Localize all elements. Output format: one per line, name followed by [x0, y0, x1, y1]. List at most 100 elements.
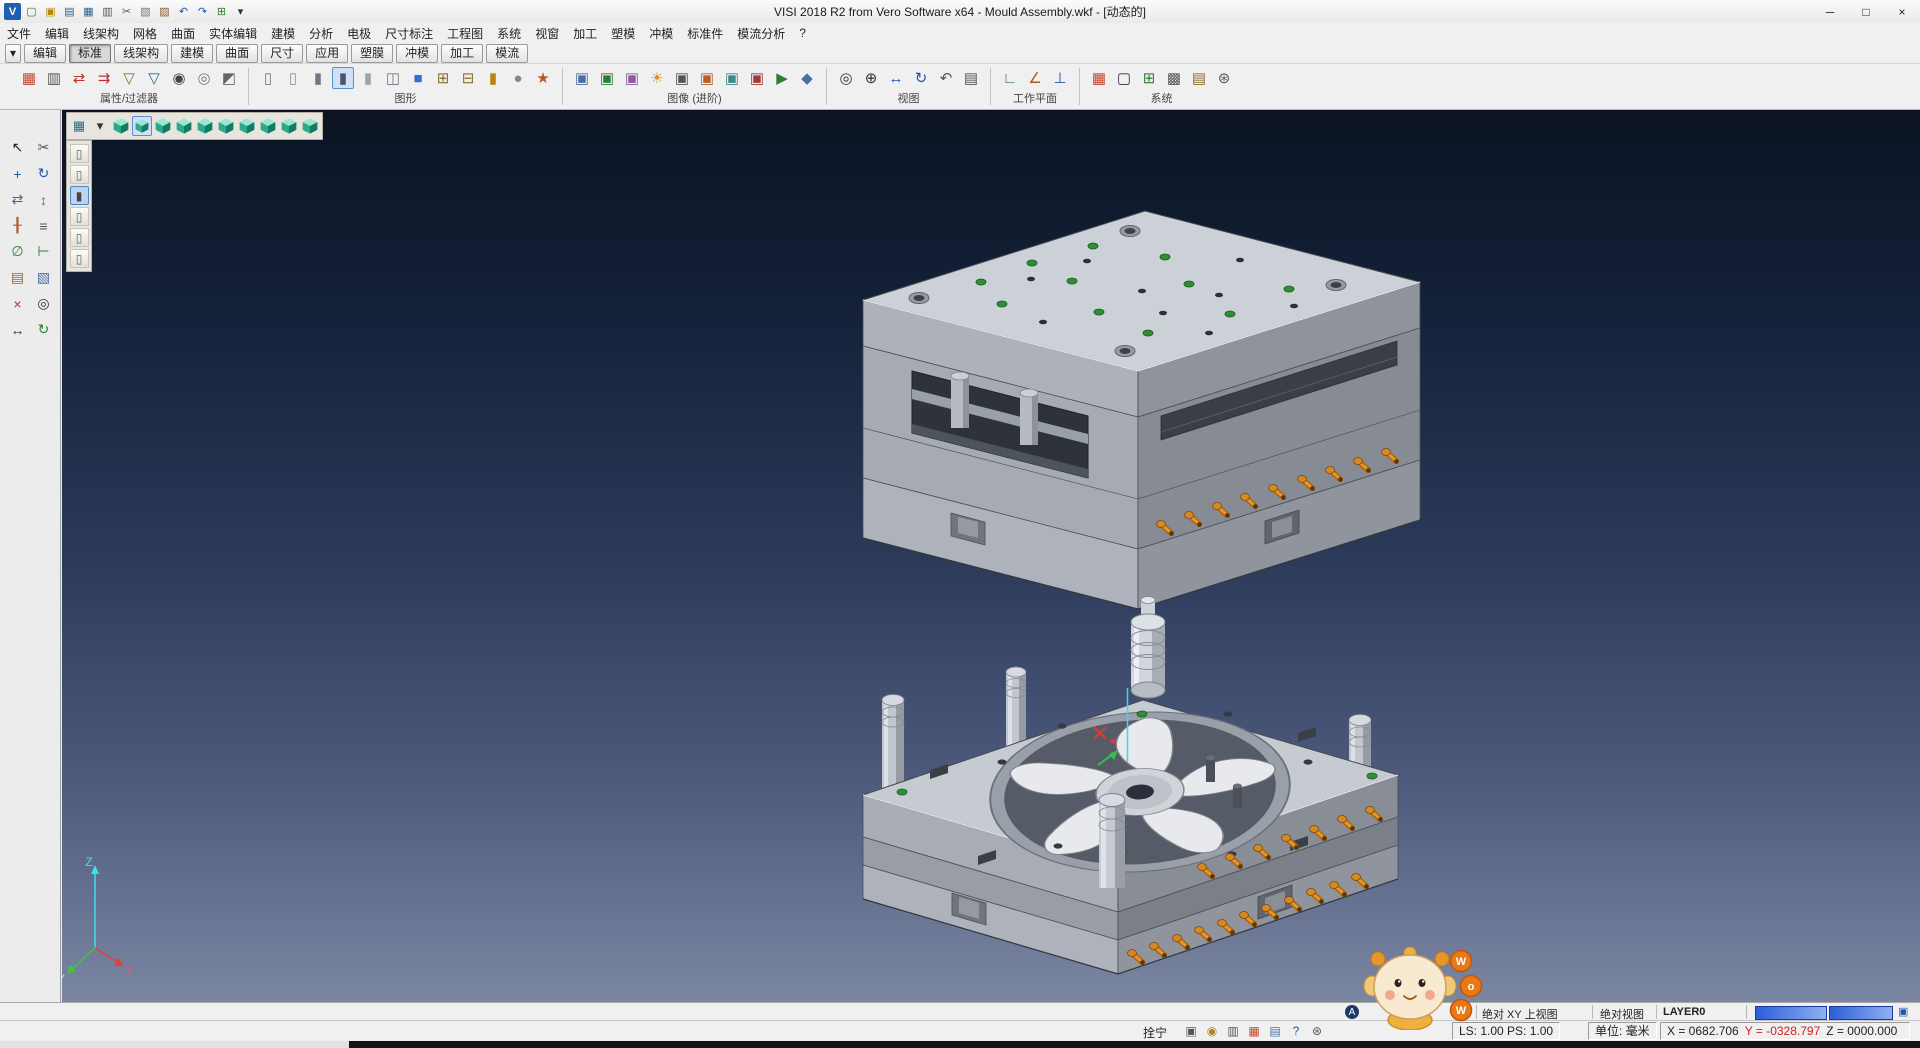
- save-file-icon[interactable]: ▤: [61, 3, 78, 20]
- move-icon[interactable]: +: [6, 162, 29, 185]
- snap-toggle[interactable]: 拴宁: [1143, 1024, 1167, 1041]
- units-field[interactable]: 单位: 毫米: [1588, 1022, 1657, 1040]
- menu-item-window[interactable]: 视窗: [528, 23, 566, 44]
- mirror-icon[interactable]: ⇄: [6, 188, 29, 211]
- zoom-fit-icon[interactable]: ◎: [835, 67, 857, 89]
- menu-item-modeling[interactable]: 建模: [264, 23, 302, 44]
- menu-item-progress[interactable]: 冲模: [642, 23, 680, 44]
- print-attributes-icon[interactable]: ▥: [43, 67, 65, 89]
- visibility-icon[interactable]: ◉: [168, 67, 190, 89]
- assembly-boxes-icon[interactable]: ⊞: [432, 67, 454, 89]
- menu-item-standard-parts[interactable]: 标准件: [680, 23, 730, 44]
- menu-item-drafting[interactable]: 工程图: [440, 23, 490, 44]
- blank-icon[interactable]: ◎: [193, 67, 215, 89]
- tab-mould[interactable]: 塑膜: [351, 44, 393, 63]
- view-cube-back-icon[interactable]: [258, 116, 278, 136]
- filter-view-6-icon[interactable]: ▯: [70, 249, 89, 268]
- lighting-icon[interactable]: ☀: [646, 67, 668, 89]
- view-cube-top-icon[interactable]: [111, 116, 131, 136]
- view-cube-dynamic-icon[interactable]: [300, 116, 320, 136]
- mascot-widget[interactable]: W o W: [1358, 944, 1486, 1030]
- lower-mould-half[interactable]: [863, 667, 1398, 974]
- view-list-dropdown-icon[interactable]: ▾: [90, 116, 110, 136]
- highlight-icon[interactable]: ★: [532, 67, 554, 89]
- view-cube-front-icon[interactable]: [132, 116, 152, 136]
- layers-icon[interactable]: ▤: [6, 266, 29, 289]
- menu-item-help[interactable]: ?: [792, 24, 813, 42]
- screen-layout-icon[interactable]: ▦: [69, 116, 89, 136]
- menu-item-electrode[interactable]: 电极: [340, 23, 378, 44]
- paste-icon[interactable]: ▨: [156, 3, 173, 20]
- unblank-icon[interactable]: ◩: [218, 67, 240, 89]
- filter-view-1-icon[interactable]: ▯: [70, 144, 89, 163]
- translucent-mode-icon[interactable]: ▮: [357, 67, 379, 89]
- save-all-icon[interactable]: ▦: [80, 3, 97, 20]
- measure-icon[interactable]: ∅: [6, 240, 29, 263]
- wireframe-mode-icon[interactable]: ▯: [257, 67, 279, 89]
- redo-icon[interactable]: ↷: [194, 3, 211, 20]
- color-table-icon[interactable]: ▦: [1088, 67, 1110, 89]
- group-boxes-icon[interactable]: ⊟: [457, 67, 479, 89]
- workplane-standard-icon[interactable]: ∟: [999, 67, 1021, 89]
- filter-view-5-icon[interactable]: ▯: [70, 228, 89, 247]
- tab-flow[interactable]: 模流: [486, 44, 528, 63]
- section-view-icon[interactable]: ◫: [382, 67, 404, 89]
- animation-icon[interactable]: ▶: [771, 67, 793, 89]
- workplane-entity-icon[interactable]: ∠: [1024, 67, 1046, 89]
- menu-item-wireframe[interactable]: 线架构: [76, 23, 126, 44]
- minimize-button[interactable]: ─: [1812, 0, 1848, 23]
- menu-item-machining[interactable]: 加工: [566, 23, 604, 44]
- select-arrow-icon[interactable]: ↖: [6, 136, 29, 159]
- sprue-bushing-pillar[interactable]: [1131, 597, 1165, 699]
- view-cube-iso-se-icon[interactable]: [174, 116, 194, 136]
- workplane-view-icon[interactable]: ⊥: [1049, 67, 1071, 89]
- shaded-mode-icon[interactable]: ▮: [307, 67, 329, 89]
- filter-view-4-icon[interactable]: ▯: [70, 207, 89, 226]
- shaded-edges-mode-icon[interactable]: ▮: [332, 67, 354, 89]
- tab-application[interactable]: 应用: [306, 44, 348, 63]
- environment-icon[interactable]: ▣: [721, 67, 743, 89]
- sphere-view-icon[interactable]: ●: [507, 67, 529, 89]
- trim-icon[interactable]: ╂: [6, 214, 29, 237]
- solid-box-icon[interactable]: ■: [407, 67, 429, 89]
- tab-surface[interactable]: 曲面: [216, 44, 258, 63]
- rotate-icon[interactable]: ↻: [32, 162, 55, 185]
- maximize-button[interactable]: □: [1848, 0, 1884, 23]
- upper-mould-half[interactable]: [863, 211, 1420, 609]
- zoom-icon[interactable]: ◎: [32, 292, 55, 315]
- new-file-icon[interactable]: ▢: [23, 3, 40, 20]
- shadow-icon[interactable]: ▣: [671, 67, 693, 89]
- dimension-icon[interactable]: ⊢: [32, 240, 55, 263]
- menu-item-analysis[interactable]: 分析: [302, 23, 340, 44]
- cylinder-view-icon[interactable]: ▮: [482, 67, 504, 89]
- filter-icon[interactable]: ▽: [118, 67, 140, 89]
- tab-edit[interactable]: 编辑: [24, 44, 66, 63]
- snap-mode-icon[interactable]: ▣: [1182, 1022, 1200, 1040]
- pan-icon[interactable]: ↔: [6, 318, 29, 341]
- scale-icon[interactable]: ↕: [32, 188, 55, 211]
- print-preview-icon[interactable]: ▥: [1224, 1022, 1242, 1040]
- filter-view-3-icon[interactable]: ▮: [70, 186, 89, 205]
- calculator-icon[interactable]: ⊞: [213, 3, 230, 20]
- undo-icon[interactable]: ↶: [175, 3, 192, 20]
- viewport-3d[interactable]: Z Y X ▦▾ ▯▯▮▯▯▯: [62, 110, 1920, 1002]
- snapshot-icon[interactable]: ▣: [746, 67, 768, 89]
- tab-machining[interactable]: 加工: [441, 44, 483, 63]
- refresh-icon[interactable]: ↻: [32, 318, 55, 341]
- edit-scissors-icon[interactable]: ✂: [32, 136, 55, 159]
- texture-image-icon[interactable]: ▣: [596, 67, 618, 89]
- named-views-icon[interactable]: ▤: [960, 67, 982, 89]
- rotate-view-icon[interactable]: ↻: [910, 67, 932, 89]
- view-cube-right-icon[interactable]: [153, 116, 173, 136]
- print-icon[interactable]: ▥: [99, 3, 116, 20]
- view-cube-iso-nw-icon[interactable]: [237, 116, 257, 136]
- settings-icon[interactable]: ⊛: [1213, 67, 1235, 89]
- grid-icon[interactable]: ▩: [1163, 67, 1185, 89]
- offset-icon[interactable]: ≡: [32, 214, 55, 237]
- monitor-icon[interactable]: ▢: [1113, 67, 1135, 89]
- help-status-icon[interactable]: ?: [1287, 1022, 1305, 1040]
- qat-dropdown-icon[interactable]: ▾: [232, 3, 249, 20]
- menu-item-solid-edit[interactable]: 实体编辑: [202, 23, 264, 44]
- visi-logo[interactable]: V: [4, 3, 21, 20]
- menu-item-system[interactable]: 系统: [490, 23, 528, 44]
